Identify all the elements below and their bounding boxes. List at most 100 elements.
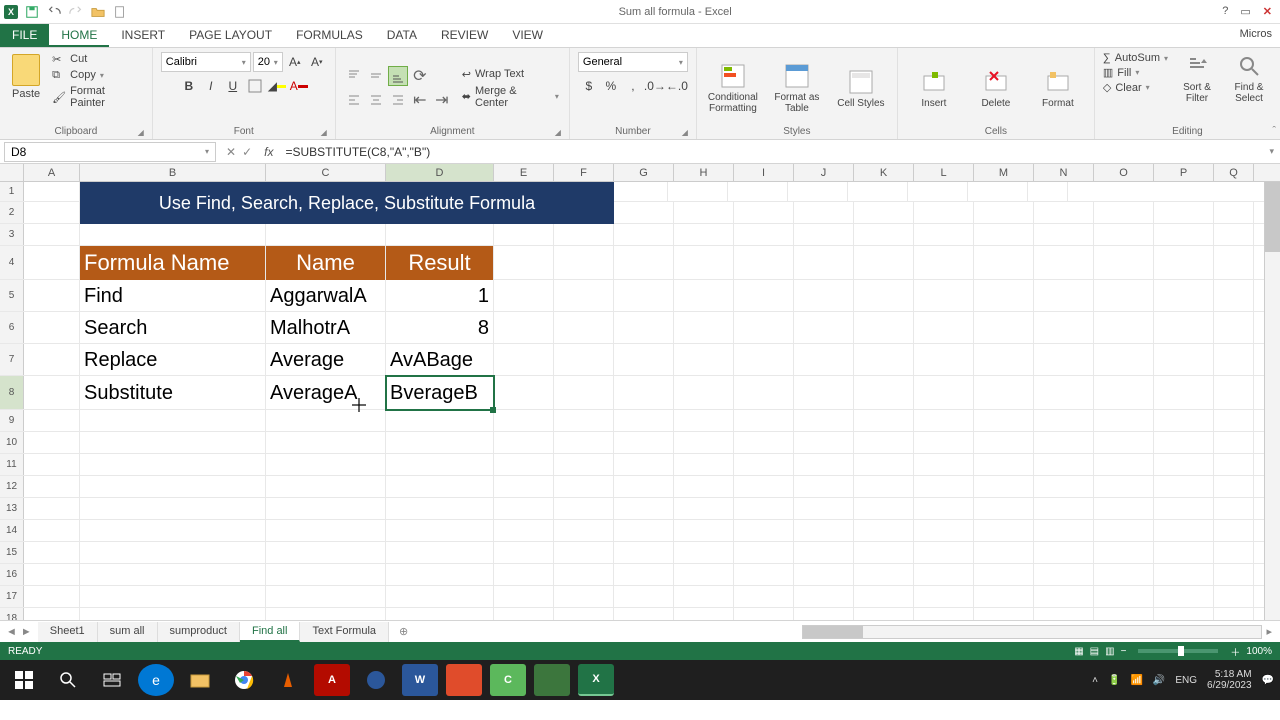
- cell-N1[interactable]: [848, 182, 908, 202]
- zoom-slider[interactable]: [1138, 649, 1218, 653]
- cell-I9[interactable]: [734, 410, 794, 432]
- cell-D15[interactable]: [386, 542, 494, 564]
- cell-P17[interactable]: [1154, 586, 1214, 608]
- font-color-button[interactable]: A: [289, 76, 309, 96]
- cell-B14[interactable]: [80, 520, 266, 542]
- shrink-font-button[interactable]: A▾: [307, 52, 327, 72]
- cell-N16[interactable]: [1034, 564, 1094, 586]
- cell-K15[interactable]: [854, 542, 914, 564]
- col-header-J[interactable]: J: [794, 164, 854, 181]
- cell-F14[interactable]: [554, 520, 614, 542]
- cell-E7[interactable]: [494, 344, 554, 376]
- word-button[interactable]: W: [402, 664, 438, 696]
- row-header-10[interactable]: 10: [0, 432, 24, 453]
- cell-O8[interactable]: [1094, 376, 1154, 410]
- row-header-6[interactable]: 6: [0, 312, 24, 343]
- cell-F18[interactable]: [554, 608, 614, 620]
- cell-M17[interactable]: [974, 586, 1034, 608]
- tab-formulas[interactable]: FORMULAS: [284, 24, 375, 47]
- cell-I10[interactable]: [734, 432, 794, 454]
- cell-E5[interactable]: [494, 280, 554, 312]
- cell-C10[interactable]: [266, 432, 386, 454]
- cell-J17[interactable]: [794, 586, 854, 608]
- cell-L1[interactable]: [728, 182, 788, 202]
- cell-J8[interactable]: [794, 376, 854, 410]
- col-header-I[interactable]: I: [734, 164, 794, 181]
- cell-E11[interactable]: [494, 454, 554, 476]
- cell-C6[interactable]: MalhotrA: [266, 312, 386, 344]
- cell-K11[interactable]: [854, 454, 914, 476]
- cell-Q6[interactable]: [1214, 312, 1254, 344]
- cell-Q7[interactable]: [1214, 344, 1254, 376]
- cell-O7[interactable]: [1094, 344, 1154, 376]
- cell-L8[interactable]: [914, 376, 974, 410]
- cell-Q18[interactable]: [1214, 608, 1254, 620]
- col-header-G[interactable]: G: [614, 164, 674, 181]
- cell-I17[interactable]: [734, 586, 794, 608]
- cell-H9[interactable]: [674, 410, 734, 432]
- cell-D4[interactable]: Result: [386, 246, 494, 280]
- cell-J13[interactable]: [794, 498, 854, 520]
- cell-M14[interactable]: [974, 520, 1034, 542]
- cell-I7[interactable]: [734, 344, 794, 376]
- sheet-nav-next-icon[interactable]: ►: [21, 626, 32, 638]
- cell-H8[interactable]: [674, 376, 734, 410]
- cell-O17[interactable]: [1094, 586, 1154, 608]
- fill-button[interactable]: ▥Fill ▾: [1103, 66, 1168, 79]
- cell-C18[interactable]: [266, 608, 386, 620]
- cell-G3[interactable]: [614, 224, 674, 246]
- spreadsheet-grid[interactable]: ABCDEFGHIJKLMNOPQ 1Use Find, Search, Rep…: [0, 164, 1280, 620]
- cell-N8[interactable]: [1034, 376, 1094, 410]
- cell-A5[interactable]: [24, 280, 80, 312]
- cell-D11[interactable]: [386, 454, 494, 476]
- page-layout-view-icon[interactable]: ▤: [1090, 646, 1099, 657]
- cell-I3[interactable]: [734, 224, 794, 246]
- zoom-level[interactable]: 100%: [1246, 646, 1272, 657]
- tab-review[interactable]: REVIEW: [429, 24, 500, 47]
- cell-M1[interactable]: [788, 182, 848, 202]
- cell-A12[interactable]: [24, 476, 80, 498]
- cell-D7[interactable]: AvABage: [386, 344, 494, 376]
- camtasia-button[interactable]: C: [490, 664, 526, 696]
- cell-P11[interactable]: [1154, 454, 1214, 476]
- cell-Q8[interactable]: [1214, 376, 1254, 410]
- cell-B3[interactable]: [80, 224, 266, 246]
- cell-F5[interactable]: [554, 280, 614, 312]
- orientation-button[interactable]: ⟳: [410, 66, 430, 86]
- cell-J16[interactable]: [794, 564, 854, 586]
- acrobat-button[interactable]: A: [314, 664, 350, 696]
- cell-C12[interactable]: [266, 476, 386, 498]
- cell-H6[interactable]: [674, 312, 734, 344]
- cell-A4[interactable]: [24, 246, 80, 280]
- cell-H14[interactable]: [674, 520, 734, 542]
- cell-H11[interactable]: [674, 454, 734, 476]
- cell-O16[interactable]: [1094, 564, 1154, 586]
- cell-B7[interactable]: Replace: [80, 344, 266, 376]
- cell-Q13[interactable]: [1214, 498, 1254, 520]
- cell-C11[interactable]: [266, 454, 386, 476]
- cell-K4[interactable]: [854, 246, 914, 280]
- lang-indicator[interactable]: ENG: [1175, 675, 1197, 686]
- cell-B1[interactable]: Use Find, Search, Replace, Substitute Fo…: [80, 182, 614, 224]
- row-header-12[interactable]: 12: [0, 476, 24, 497]
- cell-L9[interactable]: [914, 410, 974, 432]
- cell-O12[interactable]: [1094, 476, 1154, 498]
- enter-formula-icon[interactable]: ✓: [242, 145, 252, 159]
- cell-L4[interactable]: [914, 246, 974, 280]
- cell-A11[interactable]: [24, 454, 80, 476]
- cell-Q11[interactable]: [1214, 454, 1254, 476]
- decrease-indent-button[interactable]: ⇤: [410, 90, 430, 110]
- explorer-button[interactable]: [182, 664, 218, 696]
- cell-D10[interactable]: [386, 432, 494, 454]
- cell-G2[interactable]: [614, 202, 674, 224]
- cell-C16[interactable]: [266, 564, 386, 586]
- cell-A6[interactable]: [24, 312, 80, 344]
- cell-H2[interactable]: [674, 202, 734, 224]
- cell-N9[interactable]: [1034, 410, 1094, 432]
- cell-A17[interactable]: [24, 586, 80, 608]
- cell-J6[interactable]: [794, 312, 854, 344]
- tab-home[interactable]: HOME: [49, 24, 109, 47]
- cell-G7[interactable]: [614, 344, 674, 376]
- fx-icon[interactable]: fx: [264, 145, 273, 159]
- cell-N11[interactable]: [1034, 454, 1094, 476]
